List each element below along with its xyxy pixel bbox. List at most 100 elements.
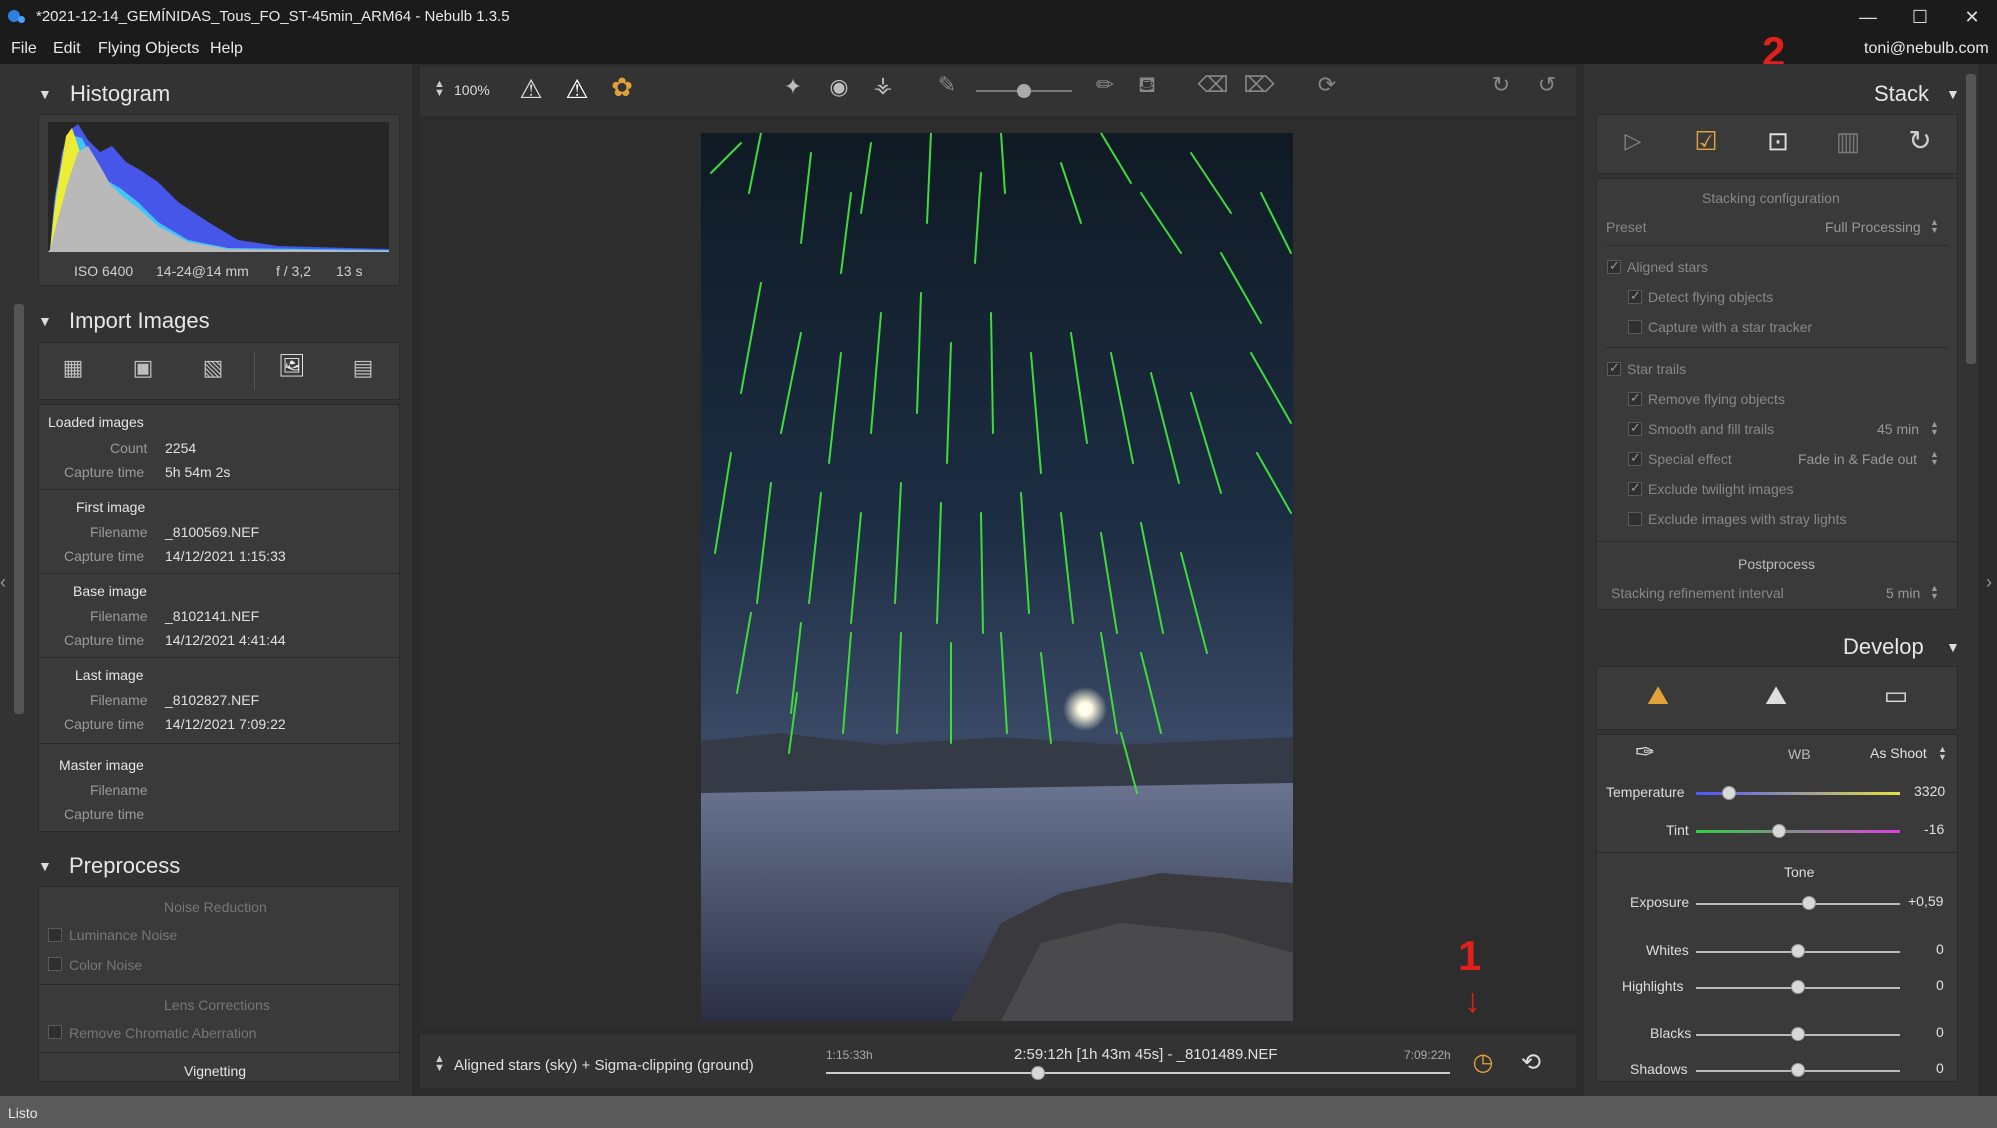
develop-collapse-icon[interactable]: ▼ (1946, 639, 1960, 655)
color-noise-checkbox[interactable] (48, 957, 62, 971)
whites-knob[interactable] (1791, 944, 1805, 958)
tint-knob[interactable] (1772, 824, 1786, 838)
warning-outline-icon[interactable]: ⚠ (514, 74, 548, 105)
temperature-knob[interactable] (1722, 786, 1736, 800)
star-tracker-checkbox[interactable] (1628, 320, 1642, 334)
special-stepper-icon[interactable]: ▲ ▼ (1930, 450, 1939, 467)
shadows-knob[interactable] (1791, 1063, 1805, 1077)
stack-reset-icon[interactable]: ↻ (1902, 124, 1938, 157)
special-effect-value[interactable]: Fade in & Fade out (1798, 451, 1917, 467)
highlights-value: 0 (1936, 977, 1944, 993)
menu-help[interactable]: Help (210, 40, 243, 58)
stacking-mode[interactable]: Aligned stars (sky) + Sigma-clipping (gr… (454, 1057, 754, 1074)
develop-image-icon[interactable]: ⛰ (1640, 680, 1676, 712)
refinement-stepper-icon[interactable]: ▲ ▼ (1930, 584, 1939, 601)
refresh-icon[interactable]: ⟳ (1310, 72, 1344, 98)
import-picture-icon[interactable]: 🖼 (275, 353, 309, 379)
exclude-twilight-checkbox[interactable] (1628, 480, 1642, 496)
brush-size-knob[interactable] (1017, 84, 1031, 98)
highlights-knob[interactable] (1791, 980, 1805, 994)
palette-icon[interactable]: ✿ (604, 72, 640, 103)
smooth-fill-value[interactable]: 45 min (1877, 421, 1919, 437)
stack-collapse-icon[interactable]: ▼ (1946, 86, 1960, 102)
collapse-left-arrow[interactable]: ‹ (0, 572, 6, 593)
exposure-knob[interactable] (1802, 896, 1816, 910)
tint-label: Tint (1666, 822, 1689, 838)
user-account[interactable]: toni@nebulb.com (1864, 40, 1989, 58)
eraser-icon[interactable]: ⌫ (1196, 72, 1230, 98)
play-icon[interactable]: ▷ (1616, 128, 1650, 154)
minimize-button[interactable]: — (1848, 4, 1888, 30)
refinement-value[interactable]: 5 min (1886, 585, 1920, 601)
maximize-button[interactable]: ☐ (1900, 4, 1940, 30)
magic-wand-icon[interactable]: ✎ (930, 72, 964, 98)
import-copy-icon[interactable]: ▧ (196, 355, 230, 381)
preset-stepper-icon[interactable]: ▲ ▼ (1930, 218, 1939, 235)
stack-layers-icon[interactable]: ⊡ (1760, 126, 1796, 157)
galaxy-icon[interactable]: ◉ (822, 74, 856, 100)
chromatic-aberration-checkbox[interactable] (48, 1025, 62, 1039)
base-filename-label: Filename (90, 608, 148, 624)
histogram-collapse-icon[interactable]: ▼ (38, 86, 52, 102)
import-collapse-icon[interactable]: ▼ (38, 313, 52, 329)
clock-filter-icon[interactable]: ◷ (1466, 1048, 1500, 1077)
timeline-track[interactable] (826, 1072, 1450, 1074)
import-images-icon[interactable]: ▦ (56, 355, 90, 381)
wb-stepper-icon[interactable]: ▲ ▼ (1938, 745, 1947, 762)
remove-flying-checkbox[interactable] (1628, 390, 1642, 406)
wb-value[interactable]: As Shoot (1870, 745, 1927, 761)
master-filename-label: Filename (90, 782, 148, 798)
menu-file[interactable]: File (11, 40, 37, 58)
temperature-value: 3320 (1914, 783, 1946, 799)
mode-stepper-icon[interactable]: ▲ ▼ (434, 1054, 445, 1074)
exposure-track[interactable] (1696, 903, 1900, 905)
aligned-stars-checkbox[interactable] (1607, 258, 1621, 274)
count-label: Count (110, 440, 148, 456)
detect-flying-checkbox[interactable] (1628, 288, 1642, 304)
luminance-noise-checkbox[interactable] (48, 928, 62, 942)
eyedropper-icon[interactable]: ✑ (1628, 738, 1662, 767)
histogram-graph (48, 122, 389, 252)
preview-image[interactable] (701, 133, 1293, 1021)
redo-icon[interactable]: ↻ (1484, 72, 1518, 98)
history-icon[interactable]: ⟲ (1514, 1048, 1548, 1077)
special-effect-checkbox[interactable] (1628, 450, 1642, 466)
special-effect-label: Special effect (1648, 451, 1732, 467)
right-scrollbar[interactable] (1966, 74, 1976, 364)
warning-filled-icon[interactable]: ⚠ (560, 74, 594, 105)
menu-flying-objects[interactable]: Flying Objects (98, 40, 199, 58)
aligned-stars-label: Aligned stars (1627, 259, 1708, 275)
left-scrollbar[interactable] (14, 304, 24, 714)
window-title: *2021-12-14_GEMÍNIDAS_Tous_FO_ST-45min_A… (36, 8, 510, 25)
zoom-stepper-icon[interactable]: ▲ ▼ (434, 79, 445, 99)
import-folder-icon[interactable]: ▣ (126, 355, 160, 381)
tower-icon[interactable]: ⚶ (866, 72, 900, 98)
close-button[interactable]: ✕ (1952, 4, 1992, 30)
status-text: Listo (8, 1105, 38, 1121)
preprocess-collapse-icon[interactable]: ▼ (38, 858, 52, 874)
smooth-stepper-icon[interactable]: ▲ ▼ (1930, 420, 1939, 437)
menu-edit[interactable]: Edit (53, 40, 81, 58)
stack-columns-icon[interactable]: ▥ (1830, 126, 1866, 157)
divider (38, 1052, 400, 1053)
develop-landscape-icon[interactable]: ⛰ (1758, 680, 1794, 712)
first-capture-label: Capture time (64, 548, 145, 564)
star-trails-checkbox[interactable] (1607, 360, 1621, 376)
tint-track[interactable] (1696, 830, 1900, 833)
timeline-end: 7:09:22h (1404, 1048, 1451, 1062)
undo-icon[interactable]: ↺ (1530, 72, 1564, 98)
clear-brush-icon[interactable]: ⌦ (1242, 72, 1276, 98)
exclude-stray-checkbox[interactable] (1628, 512, 1642, 526)
blacks-knob[interactable] (1791, 1027, 1805, 1041)
brush-icon[interactable]: ✏ (1088, 72, 1122, 98)
stack-select-icon[interactable]: ☑ (1688, 126, 1724, 157)
zoom-level[interactable]: 100% (454, 82, 490, 98)
fill-bucket-icon[interactable]: ⛾ (1130, 72, 1164, 101)
smooth-fill-checkbox[interactable] (1628, 420, 1642, 436)
develop-crop-icon[interactable]: ▭ (1878, 680, 1914, 711)
postprocess-header: Postprocess (1738, 556, 1816, 572)
collapse-right-arrow[interactable]: › (1986, 572, 1992, 593)
stars-icon[interactable]: ✦ (776, 74, 810, 100)
import-clipboard-icon[interactable]: ▤ (346, 355, 380, 381)
preset-value[interactable]: Full Processing (1825, 219, 1921, 235)
